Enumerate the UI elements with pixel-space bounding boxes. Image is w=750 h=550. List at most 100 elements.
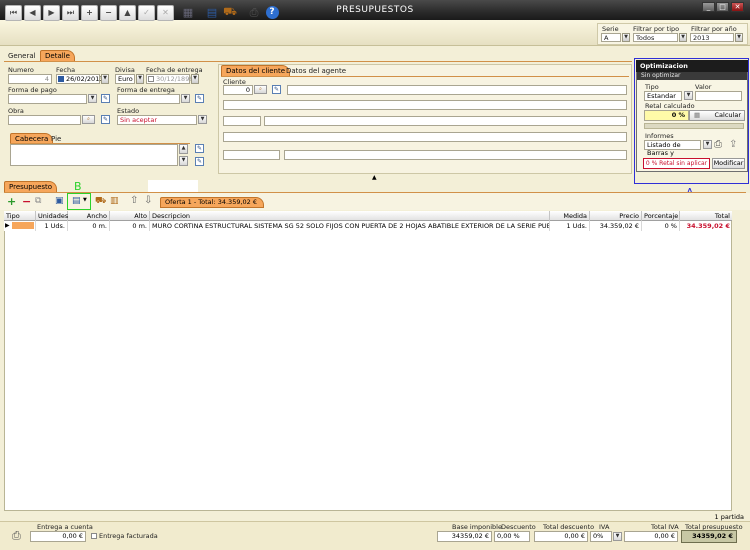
chevron-down-icon[interactable]: ▼: [191, 74, 199, 84]
grid-view-icon[interactable]: ▦: [180, 4, 196, 21]
cliente-nombre-field[interactable]: [287, 85, 627, 95]
col-tipo[interactable]: Tipo: [4, 211, 36, 221]
serie-select[interactable]: A: [601, 33, 621, 42]
numero-field[interactable]: 4: [8, 74, 52, 84]
divisa-select[interactable]: Euro: [115, 74, 135, 84]
entrega-facturada-label: Entrega facturada: [99, 532, 158, 540]
print-icon[interactable]: ⎙: [12, 529, 21, 543]
chevron-down-icon[interactable]: ▼: [181, 94, 190, 103]
entrega-facturada-checkbox[interactable]: [91, 533, 97, 539]
scroll-down-icon[interactable]: ▼: [179, 156, 188, 166]
chevron-down-icon[interactable]: ▼: [679, 33, 687, 42]
chevron-down-icon[interactable]: ▼: [622, 33, 630, 42]
obra-field[interactable]: [8, 115, 81, 125]
chevron-down-icon[interactable]: ▼: [735, 33, 743, 42]
edit-icon[interactable]: ✎: [195, 94, 204, 103]
move-up-icon[interactable]: ⇧: [130, 195, 138, 206]
iva-select[interactable]: 0%: [590, 531, 612, 542]
detail-grid: [4, 211, 732, 511]
truck-icon[interactable]: ⛟: [222, 4, 238, 21]
checkbox-icon[interactable]: [148, 76, 154, 82]
tab-presupuesto[interactable]: Presupuesto: [4, 181, 58, 192]
col-descripcion[interactable]: Descripcion: [150, 211, 550, 221]
delete-record-icon[interactable]: −: [100, 5, 117, 21]
collapse-icon[interactable]: ▲: [372, 174, 377, 181]
truck-icon[interactable]: ⛟: [95, 196, 106, 207]
tab-oferta[interactable]: Oferta 1 - Total: 34.359,02 €: [160, 197, 265, 208]
add-line-icon[interactable]: +: [7, 195, 16, 208]
help-icon[interactable]: ?: [264, 4, 280, 21]
col-total[interactable]: Total: [680, 211, 732, 221]
search-icon[interactable]: ⌕: [254, 85, 267, 94]
prev-record-icon[interactable]: ◀: [24, 5, 41, 21]
col-medida[interactable]: Medida: [550, 211, 590, 221]
col-precio[interactable]: Precio: [590, 211, 642, 221]
cliente-field[interactable]: 0: [223, 85, 253, 95]
cliente-provincia-field[interactable]: [223, 132, 627, 142]
base-imponible-field: 34359,02 €: [437, 531, 492, 542]
cliente-cp-field[interactable]: [223, 116, 261, 126]
cliente-telefono-field[interactable]: [223, 150, 280, 160]
chevron-down-icon[interactable]: ▼: [198, 115, 207, 124]
print-icon[interactable]: ⎙: [246, 4, 262, 21]
chevron-down-icon[interactable]: ▼: [136, 74, 144, 84]
maximize-button[interactable]: □: [716, 2, 729, 12]
total-descuento-label: Total descuento: [543, 523, 595, 531]
minimize-button[interactable]: _: [702, 2, 715, 12]
tab-datos-cliente[interactable]: Datos del cliente: [221, 65, 291, 76]
cell-unidades: 1 Uds.: [36, 221, 68, 231]
remove-line-icon[interactable]: −: [22, 195, 31, 208]
window-icon[interactable]: ▣: [55, 196, 64, 206]
anio-select[interactable]: 2013: [690, 33, 734, 42]
entrega-cuenta-label: Entrega a cuenta: [37, 523, 93, 531]
iva-label: IVA: [599, 523, 610, 531]
edit-icon[interactable]: ✎: [272, 85, 281, 94]
cabecera-textarea[interactable]: [10, 144, 178, 166]
col-alto[interactable]: Alto: [110, 211, 150, 221]
edit-icon[interactable]: ✎: [101, 115, 110, 124]
grid-header: Tipo Unidades Ancho Alto Descripcion Med…: [4, 211, 732, 221]
estado-select[interactable]: Sin aceptar: [117, 115, 197, 125]
fecha-field[interactable]: 26/02/2013: [56, 74, 104, 84]
cliente-tab-divider: [221, 76, 629, 77]
tipo-select[interactable]: Todos: [633, 33, 678, 42]
first-record-icon[interactable]: ⏮: [5, 5, 22, 21]
next-record-icon[interactable]: ▶: [43, 5, 60, 21]
forma-entrega-select[interactable]: [117, 94, 180, 104]
table-row[interactable]: ▶ 1 Uds. 0 m. 0 m. MURO CORTINA ESTRUCTU…: [4, 221, 732, 231]
cell-descripcion: MURO CORTINA ESTRUCTURAL SISTEMA SG 52 S…: [152, 221, 550, 231]
package-icon[interactable]: ▥: [110, 196, 119, 206]
close-button[interactable]: ✕: [731, 2, 744, 12]
cliente-poblacion-field[interactable]: [264, 116, 627, 126]
edit-icon[interactable]: ✎: [195, 144, 204, 153]
cliente-direccion-field[interactable]: [223, 100, 627, 110]
last-record-icon[interactable]: ⏭: [62, 5, 79, 21]
tab-detalle[interactable]: Detalle: [40, 50, 75, 61]
chevron-down-icon[interactable]: ▼: [613, 532, 622, 541]
fecha-value: 26/02/2013: [66, 75, 104, 83]
cell-medida: 1 Uds.: [550, 221, 590, 231]
add-record-icon[interactable]: +: [81, 5, 98, 21]
edit-record-icon[interactable]: ▲: [119, 5, 136, 21]
copy-line-icon[interactable]: ⧉: [35, 196, 41, 206]
fecha-entrega-field[interactable]: 30/12/1899: [146, 74, 193, 84]
descuento-field[interactable]: 0,00 %: [494, 531, 530, 542]
col-ancho[interactable]: Ancho: [68, 211, 110, 221]
report-icon[interactable]: ▤: [204, 4, 220, 21]
forma-pago-select[interactable]: [8, 94, 87, 104]
col-unidades[interactable]: Unidades: [36, 211, 68, 221]
cliente-email-field[interactable]: [284, 150, 627, 160]
filtrar-tipo-label: Filtrar por tipo: [633, 25, 680, 33]
edit-icon[interactable]: ✎: [195, 157, 204, 166]
col-porcentaje[interactable]: Porcentaje: [642, 211, 680, 221]
save-record-icon[interactable]: ✓: [138, 5, 155, 21]
scroll-up-icon[interactable]: ▲: [179, 144, 188, 154]
edit-icon[interactable]: ✎: [101, 94, 110, 103]
entrega-cuenta-field[interactable]: 0,00 €: [30, 531, 86, 542]
search-icon[interactable]: ⌕: [82, 115, 95, 124]
move-down-icon[interactable]: ⇩: [144, 195, 152, 206]
cancel-record-icon[interactable]: ✕: [157, 5, 174, 21]
chevron-down-icon[interactable]: ▼: [101, 74, 109, 84]
chevron-down-icon[interactable]: ▼: [88, 94, 97, 103]
cell-alto: 0 m.: [110, 221, 150, 231]
